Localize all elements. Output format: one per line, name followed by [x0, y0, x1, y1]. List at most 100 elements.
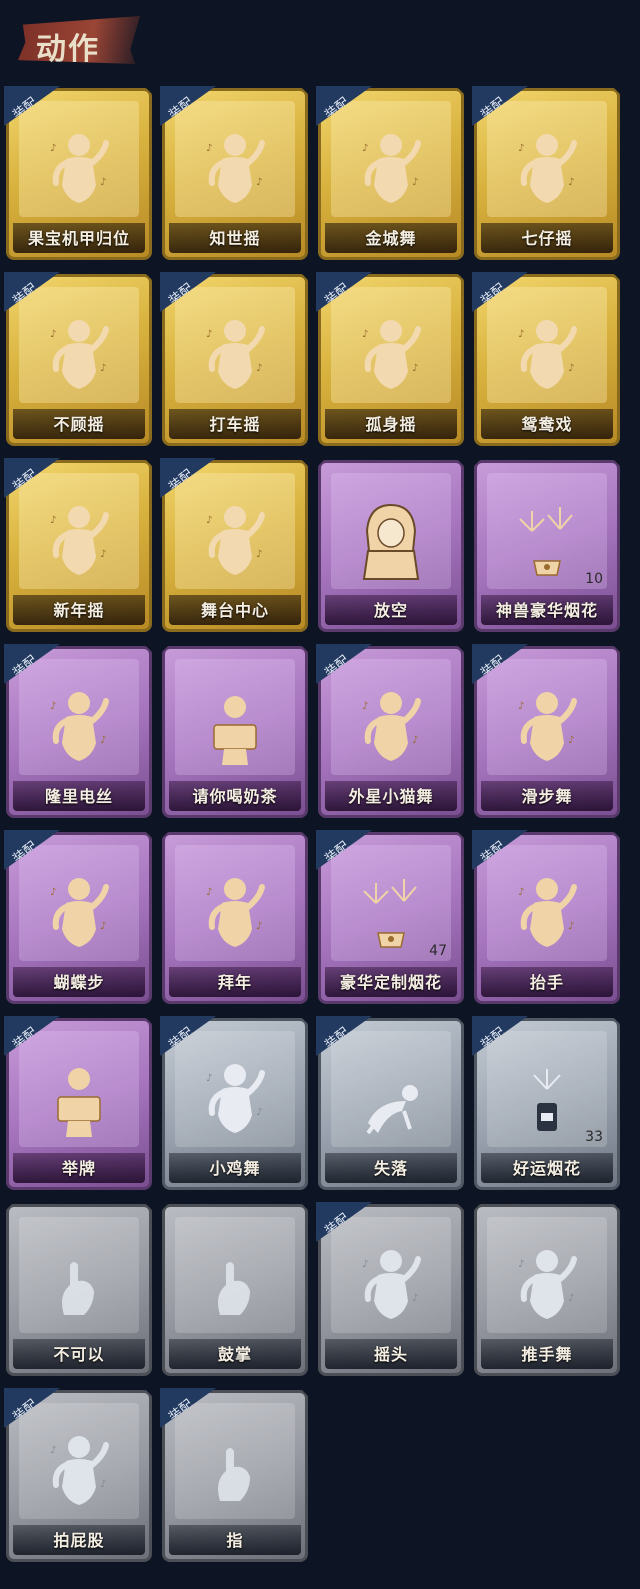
emote-card[interactable]: 鼓掌 — [162, 1204, 308, 1376]
dancer-icon: ♪ ♪ — [512, 129, 582, 209]
emote-label: 蝴蝶步 — [53, 973, 105, 992]
card-frame: 10 神兽豪华烟花 — [474, 460, 620, 632]
svg-text:♪: ♪ — [518, 887, 524, 898]
svg-text:♪: ♪ — [206, 143, 212, 154]
emote-card[interactable]: ♪ ♪ 抬手 装配 — [472, 830, 620, 1004]
crawling-figure-icon — [356, 1059, 426, 1139]
emote-card[interactable]: ♪ ♪ 舞台中心 装配 — [160, 458, 308, 632]
emote-card[interactable]: ♪ ♪ 摇头 装配 — [316, 1202, 464, 1376]
emote-label: 鸳鸯戏 — [521, 415, 573, 434]
svg-text:♪: ♪ — [362, 143, 368, 154]
card-frame: ♪ ♪ 不顾摇 — [6, 274, 152, 446]
svg-text:♪: ♪ — [50, 143, 56, 154]
emote-label: 舞台中心 — [200, 601, 269, 620]
svg-text:♪: ♪ — [100, 177, 106, 188]
section-header: 动作 — [10, 10, 140, 67]
dancer-icon: ♪ ♪ — [512, 315, 582, 395]
emote-card[interactable]: ♪ ♪ 隆里电丝 装配 — [4, 644, 152, 818]
emote-card[interactable]: ♪ ♪ 蝴蝶步 装配 — [4, 830, 152, 1004]
svg-text:♪: ♪ — [568, 735, 574, 746]
emote-card[interactable]: ♪ ♪ 小鸡舞 装配 — [160, 1016, 308, 1190]
bowing-figure-icon: ♪ ♪ — [200, 873, 270, 953]
item-count: 33 — [585, 1129, 603, 1145]
dancer-icon: ♪ ♪ — [44, 873, 114, 953]
emote-card[interactable]: ♪ ♪ 新年摇 装配 — [4, 458, 152, 632]
emote-card[interactable]: ♪ ♪ 七仔摇 装配 — [472, 86, 620, 260]
section-title: 动作 — [36, 32, 100, 67]
emote-card[interactable]: 放空 — [318, 460, 464, 632]
emote-card[interactable]: 47 豪华定制烟花 装配 — [316, 830, 464, 1004]
svg-text:♪: ♪ — [50, 887, 56, 898]
svg-text:♪: ♪ — [518, 329, 524, 340]
svg-text:♪: ♪ — [518, 143, 524, 154]
pointing-hand-icon — [200, 1431, 270, 1511]
card-frame: ♪ ♪ 打车摇 — [162, 274, 308, 446]
dancer-icon: ♪ ♪ — [44, 687, 114, 767]
dancer-icon: ♪ ♪ — [44, 129, 114, 209]
svg-text:♪: ♪ — [412, 1293, 418, 1304]
svg-text:♪: ♪ — [518, 701, 524, 712]
emote-card[interactable]: ♪ ♪ 拜年 — [162, 832, 308, 1004]
emote-label: 豪华定制烟花 — [339, 973, 442, 992]
emote-card[interactable]: ♪ ♪ 金城舞 装配 — [316, 86, 464, 260]
emote-label: 新年摇 — [53, 601, 105, 620]
finger-wag-icon — [44, 1245, 114, 1325]
emote-card[interactable]: ♪ ♪ 滑步舞 装配 — [472, 644, 620, 818]
svg-text:♪: ♪ — [100, 549, 106, 560]
dancer-icon: ♪ ♪ — [200, 1059, 270, 1139]
svg-text:♪: ♪ — [50, 515, 56, 526]
emote-card[interactable]: ♪ ♪ 鸳鸯戏 装配 — [472, 272, 620, 446]
emote-card[interactable]: ♪ ♪ 孤身摇 装配 — [316, 272, 464, 446]
card-frame: ♪ ♪ 摇头 — [318, 1204, 464, 1376]
emote-card[interactable]: ♪ ♪ 外星小猫舞 装配 — [316, 644, 464, 818]
head-shake-icon: ♪ ♪ — [356, 1245, 426, 1325]
dancer-icon: ♪ ♪ — [512, 687, 582, 767]
card-frame: ♪ ♪ 舞台中心 — [162, 460, 308, 632]
emote-label: 拍屁股 — [53, 1531, 105, 1550]
emote-card[interactable]: ♪ ♪ 打车摇 装配 — [160, 272, 308, 446]
card-frame: ♪ ♪ 隆里电丝 — [6, 646, 152, 818]
emote-label: 摇头 — [373, 1345, 408, 1364]
svg-text:♪: ♪ — [50, 329, 56, 340]
emote-label: 不可以 — [53, 1345, 105, 1364]
card-frame: ♪ ♪ 新年摇 — [6, 460, 152, 632]
svg-text:♪: ♪ — [100, 1479, 106, 1490]
svg-text:♪: ♪ — [256, 921, 262, 932]
emote-card[interactable]: ♪ ♪ 果宝机甲归位 装配 — [4, 86, 152, 260]
emote-card[interactable]: 请你喝奶茶 — [162, 646, 308, 818]
emote-label: 指 — [226, 1531, 244, 1550]
emote-label: 神兽豪华烟花 — [495, 601, 598, 620]
dancer-icon: ♪ ♪ — [44, 501, 114, 581]
emote-card[interactable]: 指装配 — [160, 1388, 308, 1562]
svg-text:♪: ♪ — [568, 177, 574, 188]
svg-text:♪: ♪ — [50, 701, 56, 712]
clapping-icon — [200, 1245, 270, 1325]
emote-card[interactable]: ♪ ♪ 推手舞 — [474, 1204, 620, 1376]
sign-holder-icon — [44, 1059, 114, 1139]
fireworks-icon — [356, 873, 426, 953]
dancer-icon: ♪ ♪ — [356, 129, 426, 209]
emote-label: 抬手 — [529, 973, 564, 992]
svg-text:♪: ♪ — [256, 1107, 262, 1118]
card-frame: ♪ ♪ 拍屁股 — [6, 1390, 152, 1562]
emote-card[interactable]: ♪ ♪ 拍屁股 装配 — [4, 1388, 152, 1562]
svg-text:♪: ♪ — [256, 363, 262, 374]
emote-label: 孤身摇 — [365, 415, 417, 434]
card-frame: ♪ ♪ 孤身摇 — [318, 274, 464, 446]
card-frame: ♪ ♪ 推手舞 — [474, 1204, 620, 1376]
emote-card[interactable]: 10 神兽豪华烟花 — [474, 460, 620, 632]
svg-text:♪: ♪ — [256, 549, 262, 560]
emote-label: 外星小猫舞 — [348, 787, 434, 806]
emote-card[interactable]: 33 好运烟花 装配 — [472, 1016, 620, 1190]
emote-card[interactable]: 举牌 装配 — [4, 1016, 152, 1190]
card-frame: ♪ ♪ 金城舞 — [318, 88, 464, 260]
svg-text:♪: ♪ — [100, 921, 106, 932]
emote-card[interactable]: 失落 装配 — [316, 1016, 464, 1190]
dancer-icon: ♪ ♪ — [200, 129, 270, 209]
emote-card[interactable]: ♪ ♪ 知世摇 装配 — [160, 86, 308, 260]
emote-card[interactable]: ♪ ♪ 不顾摇 装配 — [4, 272, 152, 446]
card-frame: ♪ ♪ 知世摇 — [162, 88, 308, 260]
card-frame: 指 — [162, 1390, 308, 1562]
emote-card[interactable]: 不可以 — [6, 1204, 152, 1376]
card-frame: 放空 — [318, 460, 464, 632]
